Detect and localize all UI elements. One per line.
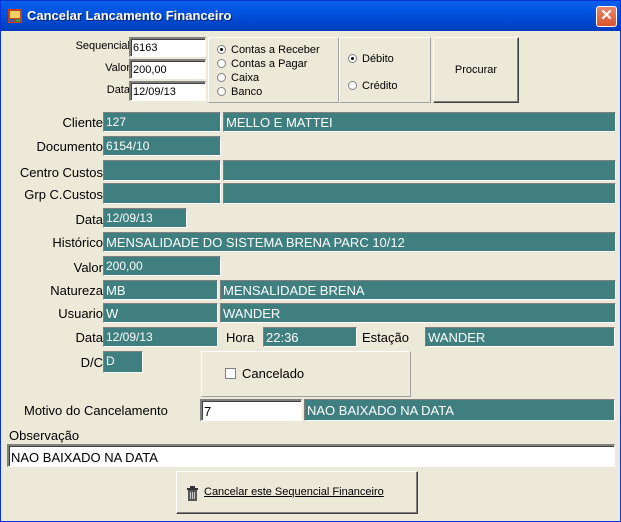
radio-label: Contas a Pagar: [231, 58, 308, 70]
radio-label: Caixa: [231, 72, 260, 84]
usuario-name-field: WANDER: [220, 303, 616, 323]
checkbox-icon: [225, 368, 236, 379]
historico-label: Histórico: [52, 235, 103, 250]
motivo-code-input[interactable]: 7: [200, 399, 302, 421]
dc-label: D/C: [80, 355, 103, 370]
radio-icon: [217, 59, 226, 68]
radio-icon: [217, 73, 226, 82]
radio-contas-pagar[interactable]: Contas a Pagar: [217, 58, 307, 70]
valor-field: 200,00: [103, 256, 221, 276]
radio-debito[interactable]: Débito: [348, 53, 394, 65]
cancelado-checkbox[interactable]: Cancelado: [225, 366, 304, 381]
data-label: Data: [75, 212, 103, 227]
valor-label: Valor: [73, 260, 103, 275]
radio-label: Contas a Receber: [231, 44, 320, 56]
radio-contas-receber[interactable]: Contas a Receber: [217, 44, 320, 56]
cliente-label: Cliente: [62, 115, 103, 130]
radio-label: Banco: [231, 86, 263, 98]
data2-field: 12/09/13: [103, 327, 218, 347]
data-search-label: Data: [106, 84, 130, 96]
account-type-group: Contas a Receber Contas a Pagar Caixa Ba…: [208, 37, 339, 103]
cancelar-sequencial-button[interactable]: Cancelar este Sequencial Financeiro: [176, 471, 418, 514]
dc-field: D: [103, 351, 143, 373]
main-window: Cancelar Lancamento Financeiro ✕ Sequenc…: [0, 0, 621, 522]
grp-custos-label: Grp C.Custos: [24, 187, 103, 202]
debit-credit-group: Débito Crédito: [339, 37, 431, 103]
centro-custos-label: Centro Custos: [19, 165, 103, 180]
data2-label: Data: [75, 330, 103, 345]
motivo-desc-field: NAO BAIXADO NA DATA: [304, 399, 615, 421]
form-body: Sequencial 6163 Valor 200,00 Data 12/09/…: [4, 31, 618, 518]
trash-icon: [187, 486, 198, 501]
data-search-input[interactable]: 12/09/13: [129, 81, 206, 101]
hora-label: Hora: [226, 330, 255, 345]
radio-label: Débito: [362, 53, 394, 65]
radio-credito[interactable]: Crédito: [348, 80, 397, 92]
centro-custos-name-field: [223, 160, 616, 181]
sequencial-label: Sequencial: [75, 40, 130, 52]
radio-icon: [348, 81, 357, 90]
estacao-field: WANDER: [425, 327, 615, 347]
usuario-code-field: W: [103, 303, 218, 323]
valor-search-input[interactable]: 200,00: [129, 59, 206, 79]
cliente-code-field: 127: [103, 112, 221, 132]
documento-field: 6154/10: [103, 136, 221, 156]
natureza-label: Natureza: [50, 283, 103, 298]
radio-banco[interactable]: Banco: [217, 86, 262, 98]
radio-selected-icon: [348, 54, 357, 63]
procurar-button[interactable]: Procurar: [433, 37, 519, 103]
usuario-label: Usuario: [58, 306, 103, 321]
grp-custos-code-field: [103, 183, 221, 204]
natureza-code-field: MB: [103, 280, 218, 300]
natureza-name-field: MENSALIDADE BRENA: [220, 280, 616, 300]
motivo-label: Motivo do Cancelamento: [24, 403, 168, 418]
radio-caixa[interactable]: Caixa: [217, 72, 259, 84]
documento-label: Documento: [36, 139, 103, 154]
radio-label: Crédito: [362, 80, 398, 92]
cancelado-group: Cancelado: [201, 351, 411, 397]
cliente-name-field: MELLO E MATTEI: [223, 112, 616, 132]
title-bar: Cancelar Lancamento Financeiro ✕: [1, 1, 620, 31]
sequencial-input[interactable]: 6163: [129, 37, 206, 57]
cancelar-button-label: Cancelar este Sequencial Financeiro: [204, 486, 384, 498]
close-icon: ✕: [600, 7, 613, 24]
estacao-label: Estação: [362, 330, 409, 345]
observacao-label: Observação: [9, 428, 80, 443]
cancelado-label: Cancelado: [242, 366, 305, 381]
radio-icon: [217, 87, 226, 96]
centro-custos-code-field: [103, 160, 221, 181]
valor-search-label: Valor: [105, 62, 130, 74]
grp-custos-name-field: [223, 183, 616, 204]
close-button[interactable]: ✕: [596, 6, 617, 27]
window-title: Cancelar Lancamento Financeiro: [27, 8, 232, 23]
radio-selected-icon: [217, 45, 226, 54]
hora-field: 22:36: [263, 327, 357, 347]
historico-field: MENSALIDADE DO SISTEMA BRENA PARC 10/12: [103, 232, 616, 252]
observacao-input[interactable]: NAO BAIXADO NA DATA: [7, 444, 615, 467]
app-icon: [8, 9, 22, 23]
data-field: 12/09/13: [103, 208, 187, 228]
